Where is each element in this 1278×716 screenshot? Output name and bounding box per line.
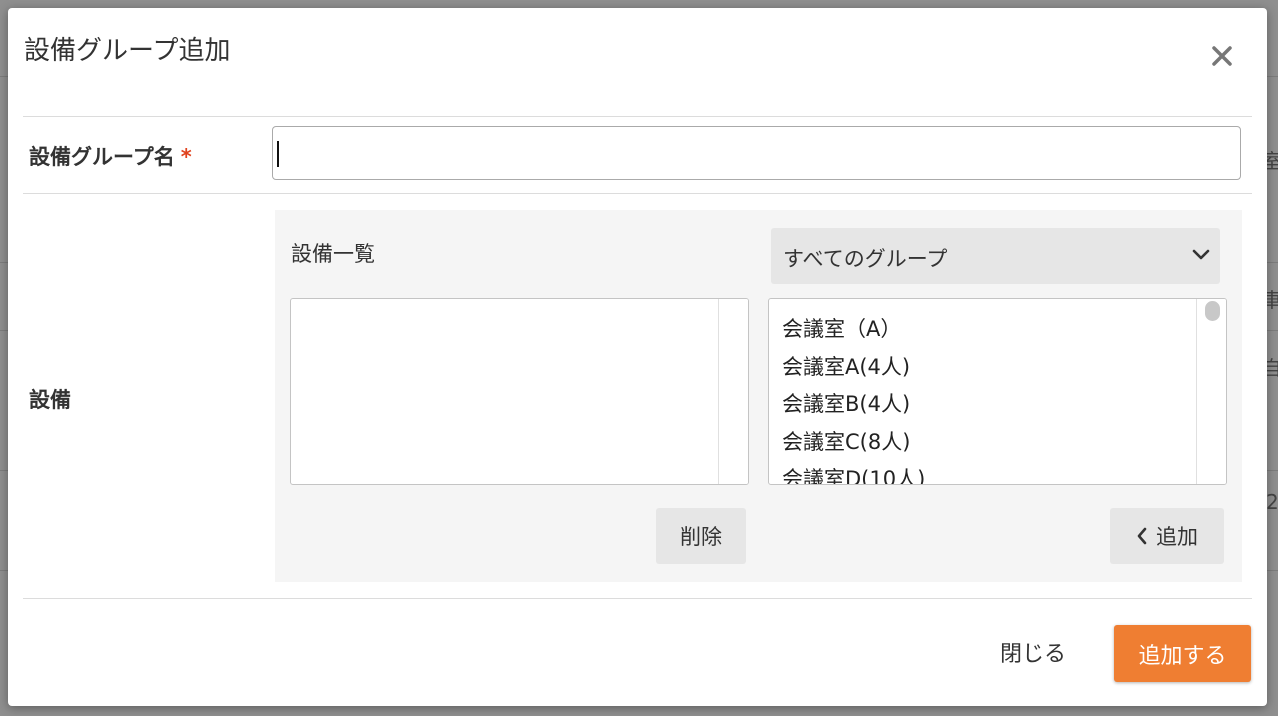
list-item[interactable]: 会議室C(8人) xyxy=(782,424,925,462)
available-equipment-listbox[interactable]: 会議室（A） 会議室A(4人) 会議室B(4人) 会議室C(8人) 会議室D(1… xyxy=(768,298,1227,485)
close-link-button[interactable]: 閉じる xyxy=(1000,636,1066,668)
submit-add-button[interactable]: 追加する xyxy=(1114,625,1251,682)
equipment-label: 設備 xyxy=(29,388,71,412)
chevron-down-icon xyxy=(1192,249,1210,260)
list-item[interactable]: 会議室（A） xyxy=(782,311,925,349)
close-icon xyxy=(1212,46,1232,66)
group-filter-select[interactable]: すべてのグループ xyxy=(771,228,1220,284)
bg-cell-text: 2 xyxy=(1266,490,1278,514)
selected-equipment-listbox[interactable] xyxy=(290,298,749,485)
equipment-group-dialog: 設備グループ追加 設備グループ名 * 設備 設備一覧 すべてのグループ 会議室（A… xyxy=(8,8,1267,706)
scrollbar[interactable] xyxy=(1196,299,1226,484)
chevron-left-icon xyxy=(1137,527,1147,545)
list-item[interactable]: 会議室B(4人) xyxy=(782,386,925,424)
available-equipment-items: 会議室（A） 会議室A(4人) 会議室B(4人) 会議室C(8人) 会議室D(1… xyxy=(782,311,925,484)
add-button-label: 追加 xyxy=(1156,525,1198,549)
list-item[interactable]: 会議室D(10人) xyxy=(782,461,925,484)
dialog-title: 設備グループ追加 xyxy=(24,36,231,66)
header-divider xyxy=(23,116,1252,117)
footer-divider xyxy=(23,598,1252,599)
equipment-list-label: 設備一覧 xyxy=(291,242,375,266)
text-caret xyxy=(277,141,279,167)
scrollbar-thumb[interactable] xyxy=(1205,301,1220,321)
scrollbar[interactable] xyxy=(718,299,748,484)
group-name-label: 設備グループ名 * xyxy=(29,141,192,171)
equipment-panel: 設備一覧 すべてのグループ 会議室（A） 会議室A(4人) 会議室B(4人) 会… xyxy=(275,210,1242,582)
delete-button[interactable]: 削除 xyxy=(656,508,746,564)
group-name-input[interactable] xyxy=(272,126,1241,180)
add-to-group-button[interactable]: 追加 xyxy=(1110,508,1224,564)
close-button[interactable] xyxy=(1208,42,1236,70)
group-name-label-text: 設備グループ名 xyxy=(29,145,175,169)
required-mark: * xyxy=(180,145,192,169)
row-divider xyxy=(23,193,1252,194)
group-filter-value: すべてのグループ xyxy=(783,247,948,271)
list-item[interactable]: 会議室A(4人) xyxy=(782,349,925,387)
